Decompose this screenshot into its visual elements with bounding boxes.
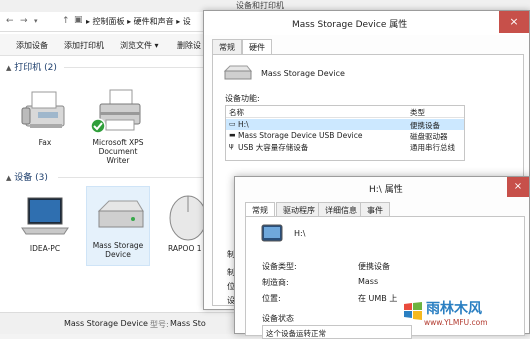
collapse-chevron-icon: ▲ — [6, 174, 12, 182]
model-value: Mass Sto — [170, 319, 206, 328]
remove-device-button[interactable]: 删除设 — [177, 40, 201, 51]
device-label: Mass Storage Device — [92, 241, 144, 259]
disk-icon: ▬ — [229, 131, 236, 139]
recent-dropdown-icon[interactable]: ▾ — [34, 17, 38, 25]
breadcrumb[interactable]: ▸ 控制面板 ▸ 硬件和声音 ▸ 设 — [86, 16, 191, 27]
device-name: H:\ — [294, 229, 306, 238]
device-mass-storage[interactable]: Mass Storage Device — [86, 186, 150, 266]
device-xps-writer[interactable]: Microsoft XPS Document Writer — [86, 86, 150, 165]
devices-group-label: 设备 (3) — [14, 173, 48, 183]
title-bar: Mass Storage Device 属性 × — [204, 11, 529, 35]
portable-device-icon — [261, 224, 283, 242]
portable-device-icon: ▭ — [229, 120, 236, 128]
selected-device-name: Mass Storage Device — [64, 319, 148, 328]
dialog-title: Mass Storage Device 属性 — [292, 20, 408, 30]
laptop-icon — [21, 197, 69, 235]
column-name-header[interactable]: 名称 — [229, 107, 244, 118]
fax-icon — [21, 91, 65, 128]
printers-group-label: 打印机 (2) — [14, 63, 57, 73]
device-label: RAPOO 1 — [168, 244, 202, 253]
device-label: IDEA-PC — [29, 244, 61, 253]
device-idea-pc[interactable]: IDEA-PC — [16, 192, 74, 258]
device-functions-list[interactable]: 名称 类型 ▭ H:\ 便携设备 ▬ Mass Storage Device U… — [225, 105, 465, 161]
property-key: 设备类型: — [262, 262, 297, 271]
printers-group-header[interactable]: ▲ 打印机 (2) — [6, 60, 57, 73]
watermark: 雨林木风 www.YLMFU.com — [398, 296, 530, 334]
list-item-name: H:\ — [238, 120, 249, 129]
device-fax[interactable]: Fax — [16, 86, 74, 150]
list-header: 名称 类型 — [226, 106, 464, 118]
usb-icon: ψ — [229, 142, 234, 150]
mouse-icon — [169, 195, 204, 241]
collapse-chevron-icon: ▲ — [6, 64, 12, 72]
add-device-button[interactable]: 添加设备 — [16, 40, 48, 51]
windows-logo-icon — [404, 302, 422, 320]
forward-arrow-icon[interactable]: → — [20, 16, 28, 26]
property-value: 在 UMB 上 — [358, 294, 398, 303]
list-item[interactable]: ▬ Mass Storage Device USB Device 磁盘驱动器 — [226, 130, 464, 141]
property-value: 便携设备 — [358, 262, 390, 271]
property-value: Mass — [358, 277, 379, 286]
back-arrow-icon[interactable]: ← — [6, 16, 14, 26]
watermark-brand: 雨林木风 — [426, 301, 482, 317]
list-item-name: USB 大容量存储设备 — [238, 143, 309, 152]
watermark-url: www.YLMFU.com — [424, 318, 488, 327]
device-status-box[interactable]: 这个设备运转正常 — [262, 325, 412, 339]
group-divider — [64, 67, 214, 68]
device-label: Microsoft XPS Document Writer — [92, 138, 144, 165]
list-item-name: Mass Storage Device USB Device — [238, 131, 363, 140]
functions-label: 设备功能: — [225, 94, 260, 103]
close-button[interactable]: × — [507, 177, 529, 197]
group-divider — [58, 177, 208, 178]
command-bar: 添加设备 添加打印机 浏览文件 ▾ 删除设 — [0, 34, 210, 56]
printer-icon — [90, 89, 141, 134]
list-item[interactable]: ▭ H:\ 便携设备 — [226, 119, 464, 130]
model-label: 型号: — [150, 320, 169, 329]
device-label: Fax — [38, 138, 52, 147]
property-key: 制造商: — [262, 278, 289, 287]
browse-files-button[interactable]: 浏览文件 ▾ — [120, 40, 159, 51]
control-panel-icon: ▣ — [74, 15, 83, 25]
list-item[interactable]: ψ USB 大容量存储设备 通用串行总线 — [226, 141, 464, 152]
drive-icon — [97, 200, 144, 228]
dialog-title: H:\ 属性 — [369, 185, 403, 195]
tab-general[interactable]: 常规 — [212, 39, 242, 55]
add-printer-button[interactable]: 添加打印机 — [64, 40, 104, 51]
device-name: Mass Storage Device — [261, 69, 345, 78]
device-status-label: 设备状态 — [262, 314, 294, 323]
address-row: ← → ▾ ↑ ▣ ▸ 控制面板 ▸ 硬件和声音 ▸ 设 — [0, 12, 220, 32]
device-rapoo-mouse[interactable]: RAPOO 1 — [160, 192, 204, 258]
property-key: 位置: — [262, 294, 281, 303]
devices-group-header[interactable]: ▲ 设备 (3) — [6, 170, 48, 183]
close-button[interactable]: × — [499, 11, 529, 33]
list-item-type: 通用串行总线 — [410, 143, 455, 152]
column-type-header[interactable]: 类型 — [410, 107, 425, 118]
up-arrow-icon[interactable]: ↑ — [62, 16, 70, 26]
drive-icon — [223, 65, 253, 80]
